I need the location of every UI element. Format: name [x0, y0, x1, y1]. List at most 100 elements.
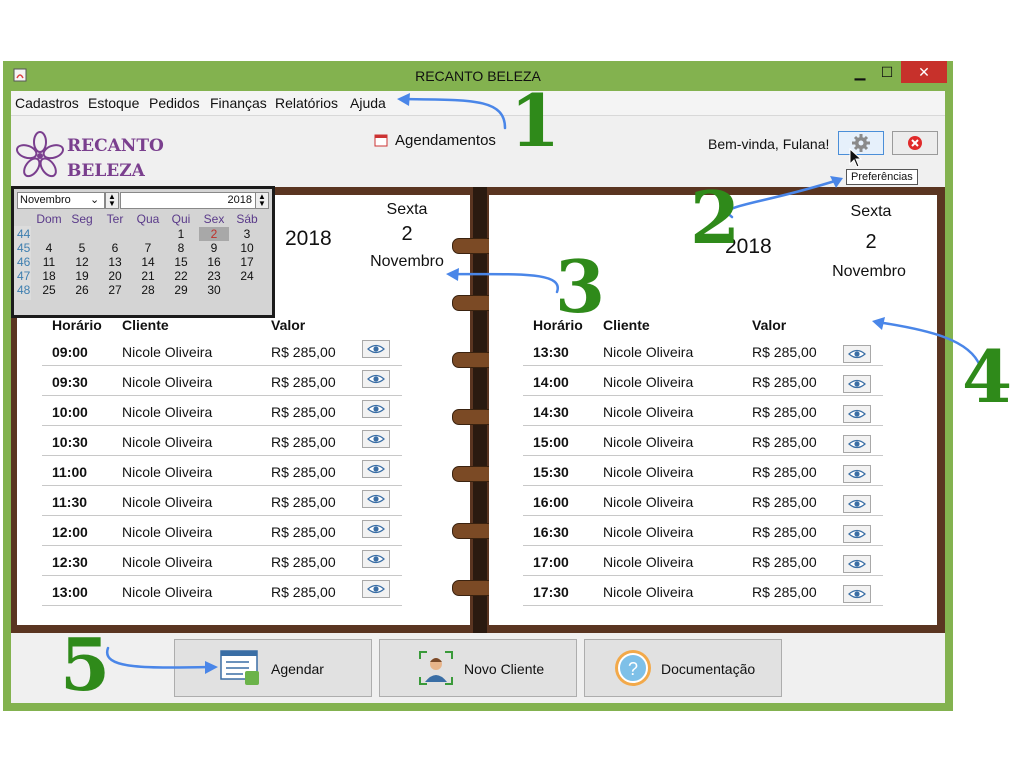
appointment-client: Nicole Oliveira	[122, 554, 213, 570]
calendar-day[interactable]: 14	[133, 255, 163, 269]
month-spinner[interactable]: ▲ ▼	[105, 192, 119, 209]
logo-line1: RECANTO	[67, 136, 164, 156]
view-details-button[interactable]	[843, 525, 871, 543]
view-details-button[interactable]	[362, 430, 390, 448]
calendar-day[interactable]: 16	[199, 255, 229, 269]
view-details-button[interactable]	[843, 465, 871, 483]
calendar-day[interactable]: 9	[199, 241, 229, 255]
menu-relatorios[interactable]: Relatórios	[275, 95, 338, 111]
appointment-value: R$ 285,00	[752, 464, 817, 480]
eye-icon	[848, 589, 866, 599]
calendar-day[interactable]: 13	[100, 255, 130, 269]
header: RECANTO BELEZA Agendamentos Bem-vinda, F…	[11, 116, 945, 186]
calendar-day-selected[interactable]: 2	[199, 227, 229, 241]
menu-financas[interactable]: Finanças	[210, 95, 267, 111]
menu-pedidos[interactable]: Pedidos	[149, 95, 200, 111]
view-details-button[interactable]	[362, 550, 390, 568]
appointment-client: Nicole Oliveira	[603, 344, 694, 360]
bottom-toolbar: Agendar Novo Cliente ? Documentação	[11, 633, 945, 703]
agendar-button[interactable]: Agendar	[174, 639, 372, 697]
view-details-button[interactable]	[843, 405, 871, 423]
calendar-day-name: Sex	[203, 212, 225, 226]
view-details-button[interactable]	[362, 340, 390, 358]
calendar-day[interactable]: 6	[100, 241, 130, 255]
menu-estoque[interactable]: Estoque	[88, 95, 139, 111]
appointment-time: 12:30	[52, 554, 88, 570]
view-details-button[interactable]	[362, 400, 390, 418]
appointment-client: Nicole Oliveira	[603, 434, 694, 450]
view-details-button[interactable]	[843, 555, 871, 573]
calendar-day[interactable]: 26	[67, 283, 97, 297]
table-row: 16:00 Nicole Oliveira R$ 285,00	[523, 485, 883, 516]
appointment-client: Nicole Oliveira	[603, 524, 694, 540]
maximize-button[interactable]: ☐	[873, 61, 901, 83]
right-month: Novembro	[832, 263, 906, 280]
calendar-day[interactable]: 24	[232, 269, 262, 283]
calendar-day[interactable]: 1	[166, 227, 196, 241]
calendar-day[interactable]: 28	[133, 283, 163, 297]
documentacao-label: Documentação	[661, 661, 756, 677]
view-details-button[interactable]	[362, 520, 390, 538]
logo-line2: BELEZA	[67, 161, 145, 181]
calendar-day[interactable]: 12	[67, 255, 97, 269]
calendar-day[interactable]: 10	[232, 241, 262, 255]
calendar-day[interactable]: 18	[34, 269, 64, 283]
view-details-button[interactable]	[843, 435, 871, 453]
view-details-button[interactable]	[362, 460, 390, 478]
novo-cliente-button[interactable]: Novo Cliente	[379, 639, 577, 697]
eye-icon	[848, 379, 866, 389]
view-details-button[interactable]	[362, 490, 390, 508]
table-row: 09:30 Nicole Oliveira R$ 285,00	[42, 365, 402, 396]
schedule-list-icon	[220, 650, 259, 685]
calendar-day[interactable]: 22	[166, 269, 196, 283]
appointment-time: 09:30	[52, 374, 88, 390]
calendar-day[interactable]: 19	[67, 269, 97, 283]
view-details-button[interactable]	[843, 345, 871, 363]
calendar-day[interactable]: 30	[199, 283, 229, 297]
appointment-client: Nicole Oliveira	[603, 554, 694, 570]
calendar-day[interactable]: 20	[100, 269, 130, 283]
table-row: 11:30 Nicole Oliveira R$ 285,00	[42, 485, 402, 516]
calendar-day[interactable]: 7	[133, 241, 163, 255]
appointment-time: 15:30	[533, 464, 569, 480]
menu-ajuda[interactable]: Ajuda	[350, 95, 386, 111]
month-select[interactable]: Novembro ⌄	[17, 192, 105, 209]
calendar-day[interactable]: 21	[133, 269, 163, 283]
calendar-day[interactable]: 25	[34, 283, 64, 297]
calendar-day[interactable]: 17	[232, 255, 262, 269]
eye-icon	[367, 554, 385, 564]
menu-cadastros[interactable]: Cadastros	[15, 95, 79, 111]
view-details-button[interactable]	[843, 495, 871, 513]
novo-cliente-label: Novo Cliente	[464, 661, 545, 677]
year-spinner[interactable]: ▲ ▼	[255, 192, 269, 209]
minimize-button[interactable]: ▁	[847, 61, 873, 83]
calendar-day-name: Ter	[106, 212, 124, 226]
appointment-time: 17:30	[533, 584, 569, 600]
calendar-day[interactable]: 23	[199, 269, 229, 283]
calendar-day[interactable]: 15	[166, 255, 196, 269]
table-row: 12:00 Nicole Oliveira R$ 285,00	[42, 515, 402, 546]
eye-icon	[367, 584, 385, 594]
app-window: RECANTO BELEZA ▁ ☐ ✕ Cadastros Estoque P…	[3, 61, 953, 711]
calendar-day[interactable]: 27	[100, 283, 130, 297]
view-details-button[interactable]	[843, 585, 871, 603]
appointment-client: Nicole Oliveira	[122, 584, 213, 600]
close-window-button[interactable]: ✕	[901, 61, 947, 83]
calendar-day-name: Seg	[71, 212, 93, 226]
eye-icon	[367, 404, 385, 414]
documentacao-button[interactable]: ? Documentação	[584, 639, 782, 697]
exit-button[interactable]	[892, 131, 938, 155]
calendar-day[interactable]: 3	[232, 227, 262, 241]
calendar-day[interactable]: 29	[166, 283, 196, 297]
calendar-day[interactable]: 11	[34, 255, 64, 269]
view-details-button[interactable]	[362, 580, 390, 598]
calendar-day[interactable]: 8	[166, 241, 196, 255]
calendar-day[interactable]: 4	[34, 241, 64, 255]
week-number: 44	[17, 227, 31, 241]
year-field[interactable]: 2018	[120, 192, 256, 209]
appointment-value: R$ 285,00	[271, 524, 336, 540]
view-details-button[interactable]	[362, 370, 390, 388]
calendar-day[interactable]: 5	[67, 241, 97, 255]
menu-bar: Cadastros Estoque Pedidos Finanças Relat…	[11, 91, 945, 116]
view-details-button[interactable]	[843, 375, 871, 393]
